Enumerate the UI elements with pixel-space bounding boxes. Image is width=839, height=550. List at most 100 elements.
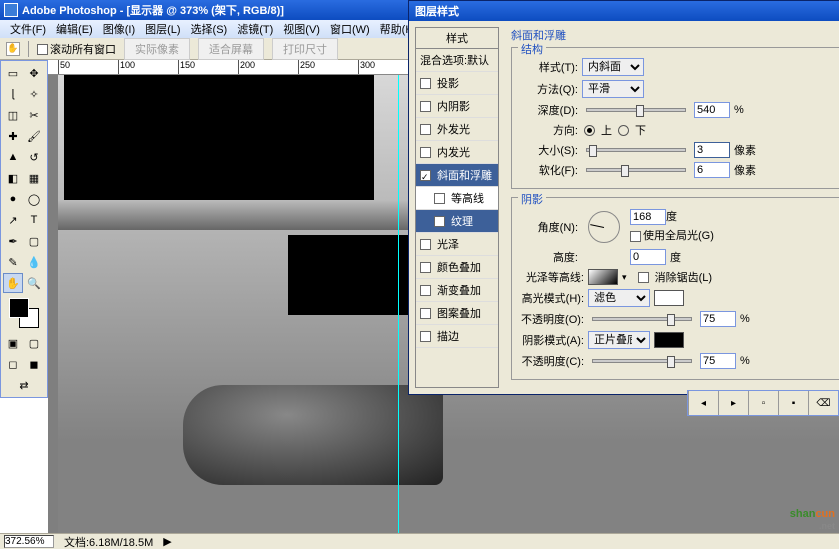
color-swatch[interactable] <box>9 298 39 328</box>
style-outer-glow[interactable]: 外发光 <box>416 118 498 141</box>
marquee-tool[interactable]: ▭ <box>3 63 23 83</box>
antialias-check[interactable] <box>638 272 649 283</box>
gloss-label: 光泽等高线: <box>520 269 584 285</box>
style-pattern-overlay[interactable]: 图案叠加 <box>416 302 498 325</box>
slice-tool[interactable]: ✂ <box>24 105 44 125</box>
lasso-tool[interactable]: ɭ <box>3 84 23 104</box>
angle-input[interactable] <box>630 209 666 225</box>
gloss-contour[interactable] <box>588 269 618 285</box>
layer-style-dialog: 图层样式 ✕ 样式 混合选项:默认 投影 内阴影 外发光 内发光 斜面和浮雕 等… <box>408 0 839 395</box>
shadow-color[interactable] <box>654 332 684 348</box>
scroll-all-check[interactable]: 滚动所有窗口 <box>37 41 116 57</box>
style-inner-shadow[interactable]: 内阴影 <box>416 95 498 118</box>
blur-tool[interactable]: ● <box>3 189 23 209</box>
scroll-all-label: 滚动所有窗口 <box>50 44 116 56</box>
depth-input[interactable] <box>694 102 730 118</box>
highlight-opacity-input[interactable] <box>700 311 736 327</box>
menu-window[interactable]: 窗口(W) <box>326 20 374 38</box>
move-tool[interactable]: ✥ <box>24 63 44 83</box>
shadow-opacity-slider[interactable] <box>592 359 692 363</box>
toolbox: ▭ ✥ ɭ ✧ ◫ ✂ ✚ 🖌 ▲ ↺ ◧ ▦ ● ◯ ↗ T ✒ ▢ ✎ 💧 … <box>0 60 48 398</box>
shape-tool[interactable]: ▢ <box>24 231 44 251</box>
panel-btn[interactable]: ▫ <box>748 391 778 415</box>
highlight-mode-select[interactable]: 滤色 <box>588 289 650 307</box>
soften-label: 软化(F): <box>520 162 578 178</box>
style-color-overlay[interactable]: 颜色叠加 <box>416 256 498 279</box>
global-light-check[interactable] <box>630 231 641 242</box>
highlight-opacity-slider[interactable] <box>592 317 692 321</box>
style-contour[interactable]: 等高线 <box>416 187 498 210</box>
altitude-label: 高度: <box>520 249 578 265</box>
technique-select[interactable]: 平滑 <box>582 80 644 98</box>
hand-tool[interactable]: ✋ <box>3 273 23 293</box>
style-drop-shadow[interactable]: 投影 <box>416 72 498 95</box>
style-texture[interactable]: 纹理 <box>416 210 498 233</box>
screen-std-icon[interactable]: ◻ <box>3 354 23 374</box>
menu-layer[interactable]: 图层(L) <box>141 20 184 38</box>
size-slider[interactable] <box>586 148 686 152</box>
actual-pixels-button[interactable]: 实际像素 <box>124 38 190 60</box>
menu-filter[interactable]: 滤镜(T) <box>233 20 277 38</box>
menu-select[interactable]: 选择(S) <box>187 20 232 38</box>
styles-list: 样式 混合选项:默认 投影 内阴影 外发光 内发光 斜面和浮雕 等高线 纹理 光… <box>415 27 499 388</box>
type-tool[interactable]: T <box>24 210 44 230</box>
structure-group: 结构 样式(T):内斜面 方法(Q):平滑 深度(D):% 方向:上下 大小(S… <box>511 47 839 189</box>
menu-view[interactable]: 视图(V) <box>279 20 324 38</box>
panel-btn[interactable]: ▸ <box>718 391 748 415</box>
dialog-titlebar[interactable]: 图层样式 ✕ <box>409 1 839 21</box>
dodge-tool[interactable]: ◯ <box>24 189 44 209</box>
style-bevel[interactable]: 斜面和浮雕 <box>416 164 498 187</box>
style-inner-glow[interactable]: 内发光 <box>416 141 498 164</box>
style-select[interactable]: 内斜面 <box>582 58 644 76</box>
style-gradient-overlay[interactable]: 渐变叠加 <box>416 279 498 302</box>
shadow-mode-label: 阴影模式(A): <box>520 332 584 348</box>
style-stroke[interactable]: 描边 <box>416 325 498 348</box>
shadow-opacity-input[interactable] <box>700 353 736 369</box>
menu-image[interactable]: 图像(I) <box>99 20 139 38</box>
gradient-tool[interactable]: ▦ <box>24 168 44 188</box>
zoom-tool[interactable]: 🔍 <box>24 273 44 293</box>
highlight-opacity-label: 不透明度(O): <box>520 311 584 327</box>
fit-screen-button[interactable]: 适合屏幕 <box>198 38 264 60</box>
bevel-settings: 斜面和浮雕 结构 样式(T):内斜面 方法(Q):平滑 深度(D):% 方向:上… <box>505 27 839 388</box>
style-satin[interactable]: 光泽 <box>416 233 498 256</box>
history-tool[interactable]: ↺ <box>24 147 44 167</box>
guide-vertical[interactable] <box>398 75 399 533</box>
menu-edit[interactable]: 编辑(E) <box>52 20 97 38</box>
mask-mode-icon[interactable]: ▣ <box>3 333 23 353</box>
depth-slider[interactable] <box>586 108 686 112</box>
style-label: 样式(T): <box>520 59 578 75</box>
altitude-input[interactable] <box>630 249 666 265</box>
screen-full-icon[interactable]: ◼ <box>24 354 44 374</box>
direction-label: 方向: <box>520 122 578 138</box>
highlight-color[interactable] <box>654 290 684 306</box>
size-input[interactable] <box>694 142 730 158</box>
blend-options-row[interactable]: 混合选项:默认 <box>416 49 498 72</box>
soften-slider[interactable] <box>586 168 686 172</box>
path-tool[interactable]: ↗ <box>3 210 23 230</box>
panel-btn[interactable]: ◂ <box>688 391 718 415</box>
crop-tool[interactable]: ◫ <box>3 105 23 125</box>
print-size-button[interactable]: 打印尺寸 <box>272 38 338 60</box>
stamp-tool[interactable]: ▲ <box>3 147 23 167</box>
angle-wheel[interactable] <box>588 211 620 243</box>
wand-tool[interactable]: ✧ <box>24 84 44 104</box>
hand-tool-icon[interactable]: ✋ <box>6 42 20 56</box>
brush-tool[interactable]: 🖌 <box>24 126 44 146</box>
notes-tool[interactable]: ✎ <box>3 252 23 272</box>
panel-btn[interactable]: ⌫ <box>808 391 838 415</box>
soften-input[interactable] <box>694 162 730 178</box>
menu-file[interactable]: 文件(F) <box>6 20 50 38</box>
heal-tool[interactable]: ✚ <box>3 126 23 146</box>
zoom-input[interactable] <box>4 535 54 548</box>
ruler-tick: 50 <box>58 60 70 74</box>
dir-down-radio[interactable] <box>618 125 629 136</box>
screen-mode-icon[interactable]: ▢ <box>24 333 44 353</box>
shadow-mode-select[interactable]: 正片叠底 <box>588 331 650 349</box>
panel-btn[interactable]: ▪ <box>778 391 808 415</box>
eraser-tool[interactable]: ◧ <box>3 168 23 188</box>
jump-to-icon[interactable]: ⇄ <box>3 375 45 395</box>
eyedrop-tool[interactable]: 💧 <box>24 252 44 272</box>
dir-up-radio[interactable] <box>584 125 595 136</box>
pen-tool[interactable]: ✒ <box>3 231 23 251</box>
